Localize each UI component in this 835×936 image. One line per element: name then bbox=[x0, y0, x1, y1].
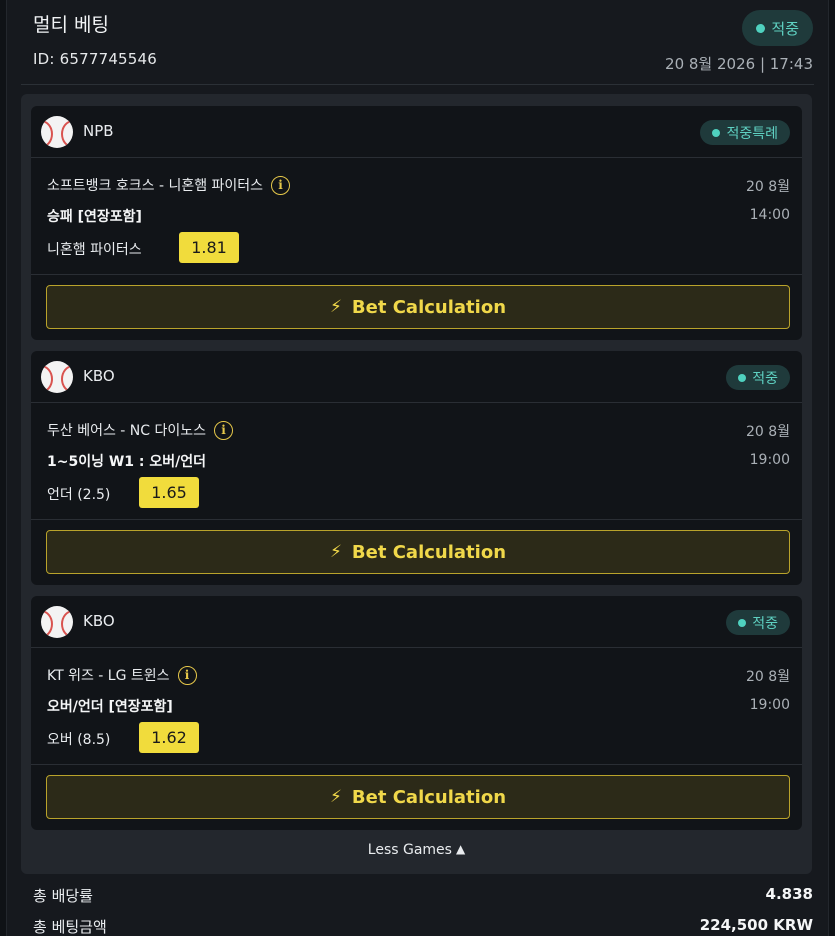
pick-name: 오버 (8.5) bbox=[47, 732, 111, 748]
total-odds-value: 4.838 bbox=[765, 885, 813, 903]
divider bbox=[31, 274, 802, 275]
button-label: Bet Calculation bbox=[351, 541, 507, 563]
status-badge: 적중 bbox=[742, 10, 813, 46]
divider bbox=[21, 84, 814, 85]
bet-id: ID: 6577745546 bbox=[33, 50, 158, 68]
match-row: 두산 베어스 - NC 다이노스 i bbox=[47, 420, 234, 440]
bet-card: NPB 적중특례 소프트뱅크 호크스 - 니혼햄 파이터스 i 20 8월 승패… bbox=[31, 106, 802, 340]
match-date: 20 8월 bbox=[745, 179, 790, 195]
status-badge: 적중특례 bbox=[700, 120, 790, 145]
lightning-bolt-icon: ⚡ bbox=[329, 542, 342, 562]
status-dot-icon bbox=[712, 128, 721, 137]
match-time: 14:00 bbox=[749, 207, 790, 223]
market-name: 승패 [연장포함] bbox=[47, 209, 142, 225]
match-date: 20 8월 bbox=[745, 424, 790, 440]
card-header: NPB 적중특례 bbox=[31, 106, 802, 158]
info-icon[interactable]: i bbox=[177, 665, 197, 685]
match-time: 19:00 bbox=[749, 697, 790, 713]
button-label: Bet Calculation bbox=[351, 786, 507, 808]
card-header: KBO 적중 bbox=[31, 351, 802, 403]
total-stake-value: 224,500 KRW bbox=[699, 916, 813, 934]
league-name: KBO bbox=[83, 612, 115, 630]
bet-slip-panel: 멀티 베팅 ID: 6577745546 적중 20 8월 2026 | 17:… bbox=[6, 0, 829, 936]
divider bbox=[31, 519, 802, 520]
match-time: 19:00 bbox=[749, 452, 790, 468]
match-name: KT 위즈 - LG 트윈스 bbox=[47, 668, 170, 684]
status-badge: 적중 bbox=[726, 365, 790, 390]
status-dot-icon bbox=[738, 373, 747, 382]
card-header: KBO 적중 bbox=[31, 596, 802, 648]
chevron-up-icon: ▲ bbox=[455, 842, 466, 856]
divider bbox=[31, 764, 802, 765]
less-games-button[interactable]: Less Games ▲ bbox=[21, 842, 812, 858]
bet-card: KBO 적중 두산 베어스 - NC 다이노스 i 20 8월 1~5이닝 W1… bbox=[31, 351, 802, 585]
info-icon[interactable]: i bbox=[214, 420, 234, 440]
match-name: 두산 베어스 - NC 다이노스 bbox=[47, 423, 207, 439]
match-name: 소프트뱅크 호크스 - 니혼햄 파이터스 bbox=[47, 178, 264, 194]
games-list: NPB 적중특례 소프트뱅크 호크스 - 니혼햄 파이터스 i 20 8월 승패… bbox=[21, 94, 812, 874]
market-name: 1~5이닝 W1 : 오버/언더 bbox=[47, 454, 207, 470]
market-name: 오버/언더 [연장포함] bbox=[47, 699, 173, 715]
status-dot-icon bbox=[756, 23, 766, 33]
status-label: 적중특례 bbox=[726, 125, 778, 142]
total-odds-label: 총 배당률 bbox=[33, 887, 93, 905]
status-label: 적중 bbox=[752, 615, 778, 632]
odds-badge: 1.65 bbox=[139, 477, 199, 508]
bet-datetime: 20 8월 2026 | 17:43 bbox=[665, 55, 813, 73]
lightning-bolt-icon: ⚡ bbox=[329, 297, 342, 317]
status-badge: 적중 bbox=[726, 610, 790, 635]
status-label: 적중 bbox=[752, 370, 778, 387]
match-row: KT 위즈 - LG 트윈스 i bbox=[47, 665, 197, 685]
button-label: Bet Calculation bbox=[351, 296, 507, 318]
pick-name: 니혼햄 파이터스 bbox=[47, 242, 142, 258]
pick-name: 언더 (2.5) bbox=[47, 487, 111, 503]
info-icon[interactable]: i bbox=[271, 175, 291, 195]
less-games-label: Less Games bbox=[367, 842, 452, 858]
odds-badge: 1.62 bbox=[139, 722, 199, 753]
league-name: KBO bbox=[83, 367, 115, 385]
bet-calculation-button[interactable]: ⚡ Bet Calculation bbox=[46, 775, 790, 819]
match-date: 20 8월 bbox=[745, 669, 790, 685]
baseball-icon bbox=[41, 116, 73, 148]
odds-badge: 1.81 bbox=[179, 232, 239, 263]
status-label: 적중 bbox=[771, 19, 799, 38]
status-dot-icon bbox=[738, 618, 747, 627]
total-stake-label: 총 베팅금액 bbox=[33, 918, 107, 936]
page-title: 멀티 베팅 bbox=[33, 14, 109, 36]
lightning-bolt-icon: ⚡ bbox=[329, 787, 342, 807]
baseball-icon bbox=[41, 361, 73, 393]
bet-card: KBO 적중 KT 위즈 - LG 트윈스 i 20 8월 오버/언더 [연장포… bbox=[31, 596, 802, 830]
bet-calculation-button[interactable]: ⚡ Bet Calculation bbox=[46, 530, 790, 574]
bet-calculation-button[interactable]: ⚡ Bet Calculation bbox=[46, 285, 790, 329]
league-name: NPB bbox=[83, 122, 114, 140]
match-row: 소프트뱅크 호크스 - 니혼햄 파이터스 i bbox=[47, 175, 291, 195]
baseball-icon bbox=[41, 606, 73, 638]
